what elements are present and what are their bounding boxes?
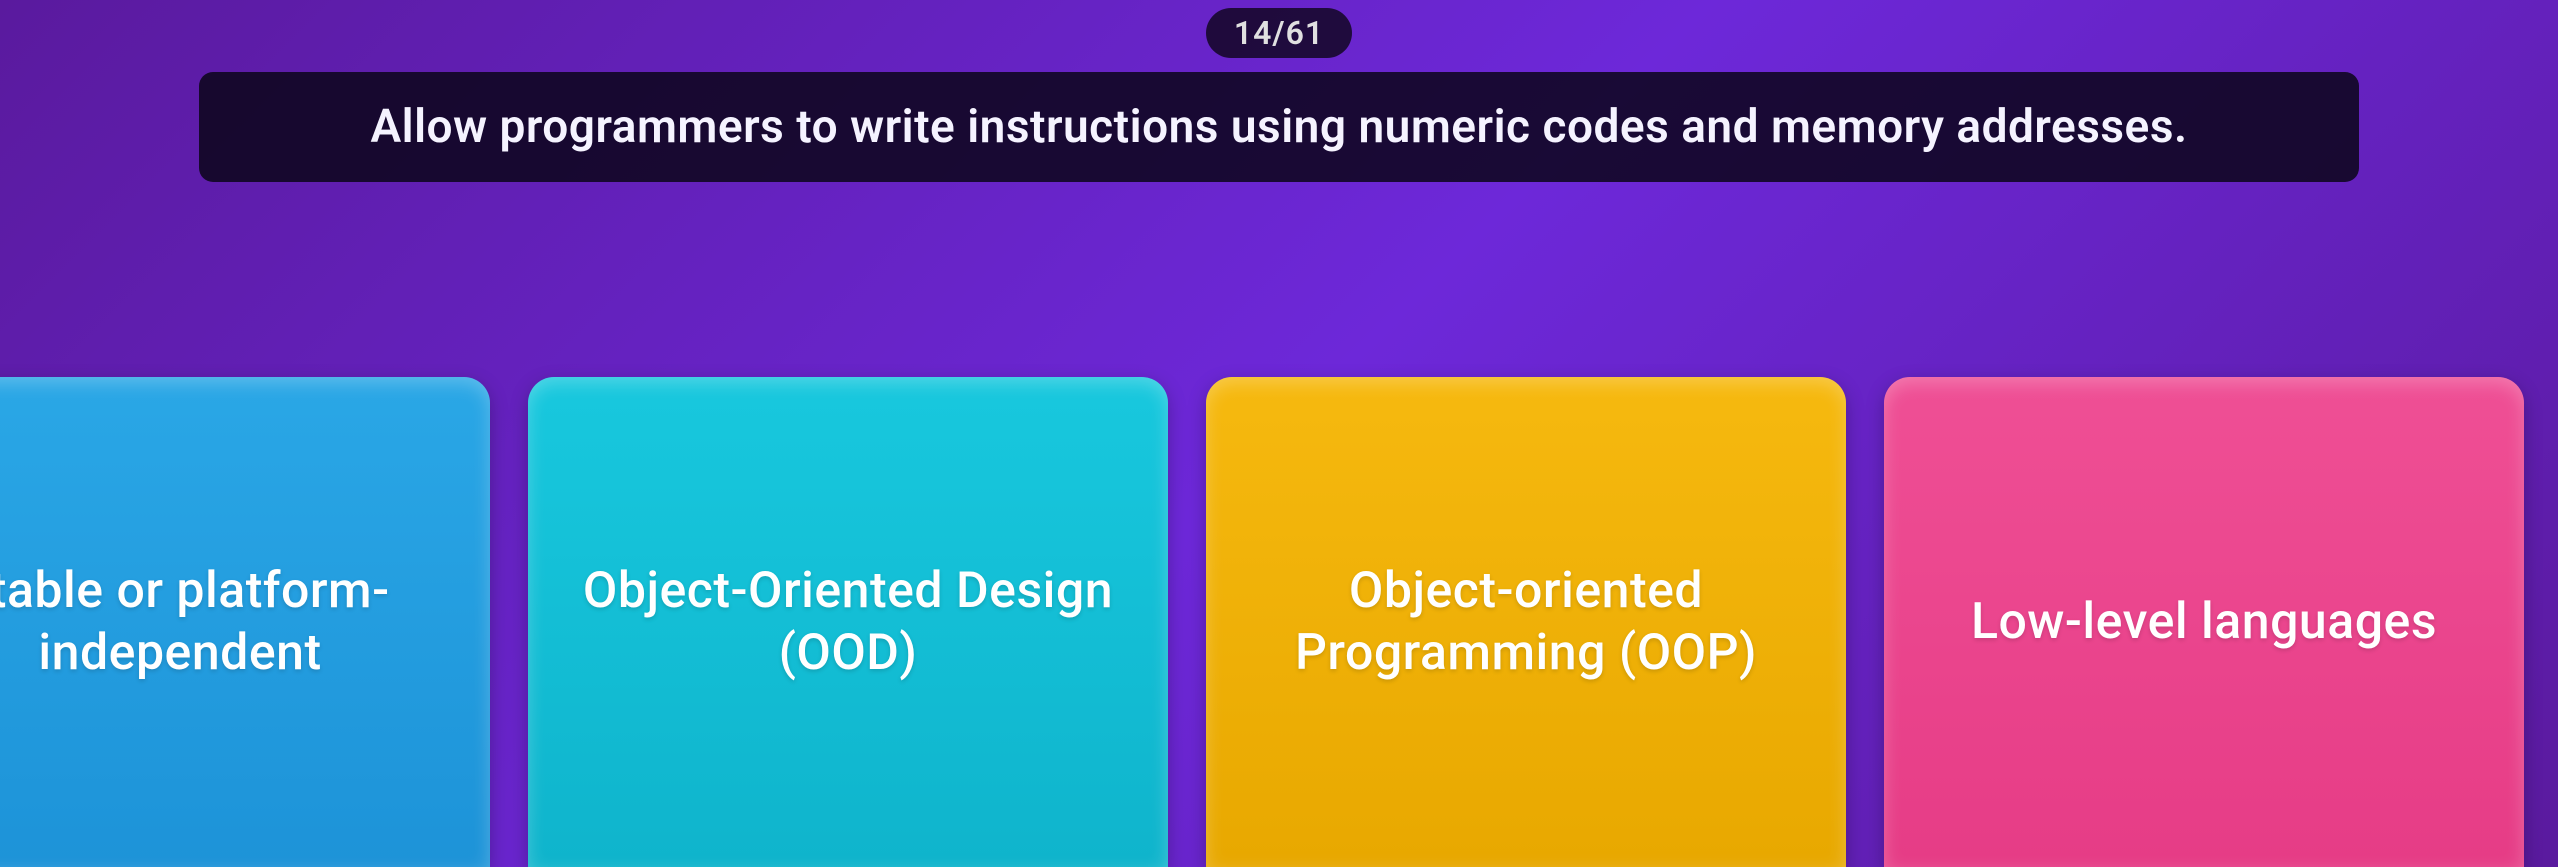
answers-row: rtable or platform-independent Object-Or… [0,377,2558,867]
answer-option-1[interactable]: rtable or platform-independent [0,377,490,867]
answer-label: Object-Oriented Design (OOD) [564,560,1132,685]
question-bar: Allow programmers to write instructions … [199,72,2359,182]
progress-badge: 14/61 [1206,8,1352,58]
answer-option-2[interactable]: Object-Oriented Design (OOD) [528,377,1168,867]
question-text: Allow programmers to write instructions … [370,100,2187,154]
answer-label: Low-level languages [1971,591,2437,654]
answer-label: Object-oriented Programming (OOP) [1242,560,1810,685]
quiz-header: 14/61 Allow programmers to write instruc… [0,0,2558,182]
progress-text: 14/61 [1234,14,1324,52]
answer-option-4[interactable]: Low-level languages [1884,377,2524,867]
answer-label: rtable or platform-independent [0,560,454,685]
answer-option-3[interactable]: Object-oriented Programming (OOP) [1206,377,1846,867]
